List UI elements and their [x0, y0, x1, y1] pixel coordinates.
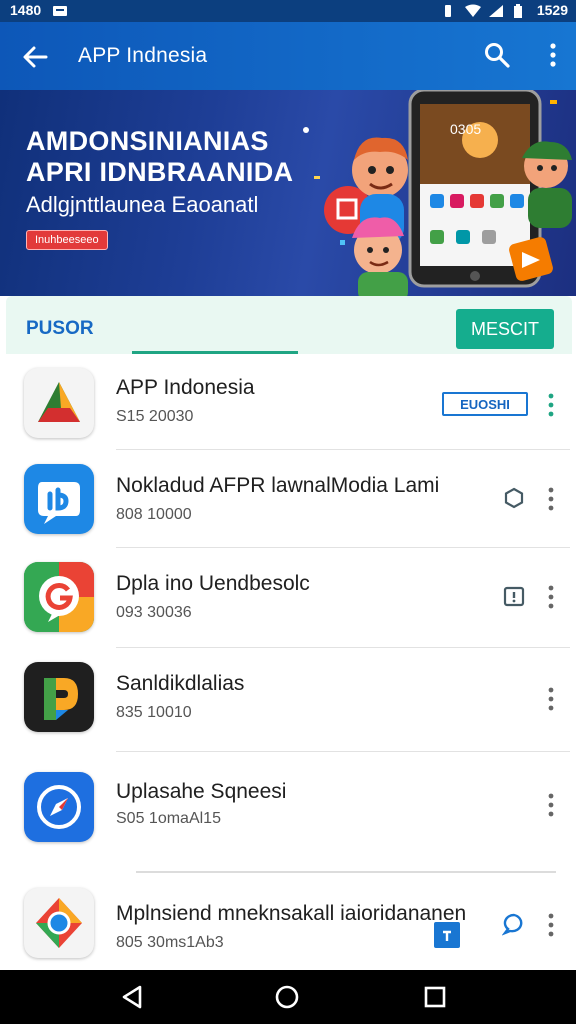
- app-name: Uplasahe Sqneesi: [116, 780, 287, 803]
- more-vert-icon[interactable]: [544, 584, 558, 610]
- more-vert-icon[interactable]: [544, 486, 558, 512]
- vibrate-icon: [441, 4, 455, 17]
- wifi-icon: [464, 4, 481, 17]
- app-list: APP Indonesia S15 20030 EUOSHI Nokladud …: [8, 354, 570, 970]
- status-bar: 1480 1529: [0, 0, 576, 22]
- chat-bubble-icon[interactable]: [501, 912, 526, 936]
- mescit-button[interactable]: MESCIT: [456, 309, 554, 349]
- recents-square-icon[interactable]: [420, 984, 450, 1010]
- more-vert-icon[interactable]: [546, 42, 560, 68]
- more-vert-icon[interactable]: [544, 912, 558, 938]
- more-vert-icon[interactable]: [544, 392, 558, 418]
- back-triangle-icon[interactable]: [118, 984, 148, 1010]
- signal-icon: [488, 4, 503, 17]
- back-arrow-icon[interactable]: [20, 42, 50, 72]
- status-time-right: 1529: [536, 2, 568, 18]
- app-name: Dpla ino Uendbesolc: [116, 572, 310, 595]
- list-item[interactable]: Sanldikdlalias 835 10010: [8, 648, 570, 752]
- system-nav-bar: [0, 970, 576, 1024]
- app-meta: S05 1omaAl15: [116, 810, 221, 827]
- battery-icon: [513, 4, 527, 18]
- app-meta: 805 30ms1Ab3: [116, 934, 224, 951]
- more-vert-icon[interactable]: [544, 792, 558, 818]
- banner-pill: Inuhbeeseeo: [26, 230, 108, 250]
- install-tag[interactable]: EUOSHI: [442, 392, 528, 416]
- search-icon[interactable]: [484, 42, 510, 68]
- app-meta: 808 10000: [116, 506, 192, 523]
- app-meta: 093 30036: [116, 604, 192, 621]
- notification-icon: [53, 4, 68, 16]
- download-box-icon[interactable]: [502, 584, 526, 608]
- hexagon-icon[interactable]: [502, 486, 526, 510]
- app-name: APP Indonesia: [116, 376, 255, 399]
- more-vert-icon[interactable]: [544, 686, 558, 712]
- status-time: 1480: [10, 2, 42, 18]
- tab-header: PUSOR MESCIT: [6, 296, 572, 354]
- page-title: APP Indnesia: [78, 44, 208, 67]
- app-icon-g-bubble: [24, 562, 94, 632]
- app-name: Mplnsiend mneknsakall iaioridananen: [116, 902, 467, 925]
- app-icon-chat-bubble: [24, 464, 94, 534]
- list-item[interactable]: Mplnsiend mneknsakall iaioridananen 805 …: [8, 872, 570, 970]
- app-icon-triangle: [24, 368, 94, 438]
- tab-pusor[interactable]: PUSOR: [26, 318, 94, 340]
- list-item[interactable]: Nokladud AFPR lawnalModia Lami 808 10000: [8, 450, 570, 548]
- promo-banner[interactable]: AMDONSINIANIAS APRI IDNBRAANIDA Adlgjntt…: [0, 90, 576, 296]
- app-meta: S15 20030: [116, 408, 194, 425]
- list-item[interactable]: APP Indonesia S15 20030 EUOSHI: [8, 354, 570, 450]
- app-name: Nokladud AFPR lawnalModia Lami: [116, 474, 440, 497]
- app-name: Sanldikdlalias: [116, 672, 245, 695]
- app-bar: APP Indnesia: [0, 22, 576, 90]
- list-item[interactable]: Uplasahe Sqneesi S05 1omaAl15: [8, 752, 570, 873]
- banner-headline: AMDONSINIANIAS APRI IDNBRAANIDA: [26, 126, 294, 187]
- app-meta: 835 10010: [116, 704, 192, 721]
- app-icon-p-logo: [24, 662, 94, 732]
- home-circle-icon[interactable]: [272, 984, 302, 1010]
- phone-screen-text: 0305: [450, 121, 481, 137]
- upload-icon[interactable]: [434, 922, 460, 948]
- banner-illustration: 0305: [303, 90, 572, 296]
- banner-subtitle: Adlgjnttlaunea Eaoanatl: [26, 192, 259, 217]
- app-icon-diamond: [24, 888, 94, 958]
- list-item[interactable]: Dpla ino Uendbesolc 093 30036: [8, 548, 570, 648]
- app-icon-compass: [24, 772, 94, 842]
